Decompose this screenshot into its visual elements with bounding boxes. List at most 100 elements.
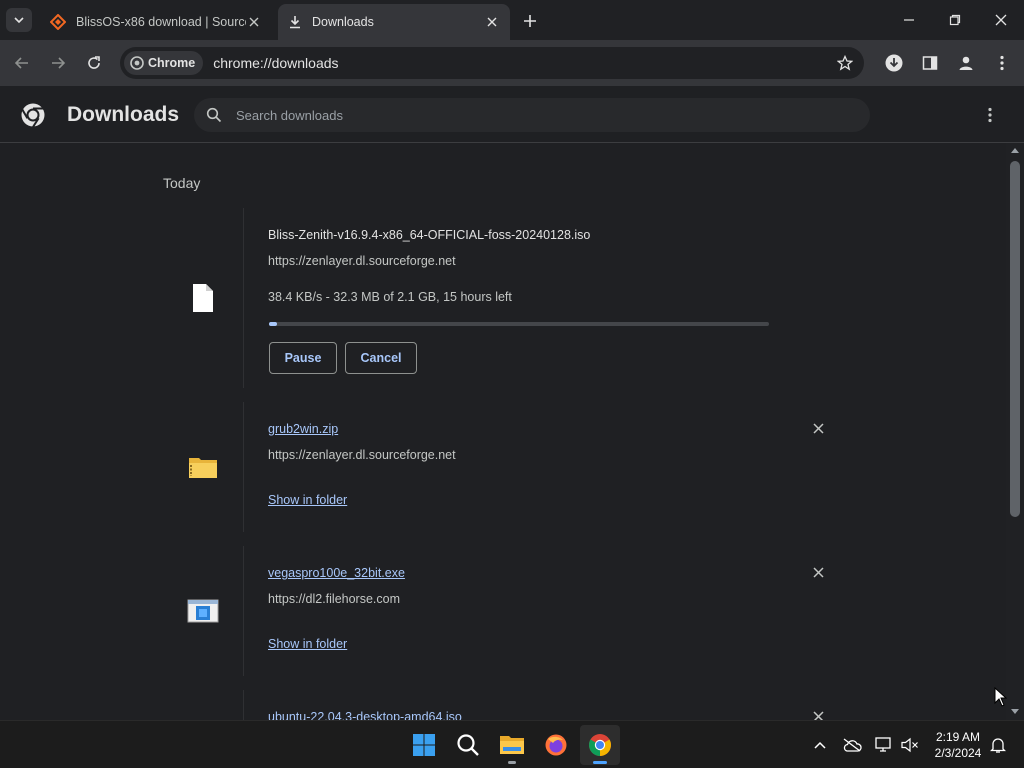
downloads-menu-button[interactable] xyxy=(980,104,1000,126)
tab-strip: BlissOS-x86 download | SourceForge.net D… xyxy=(0,0,1024,40)
firefox-icon xyxy=(545,734,567,756)
system-clock[interactable]: 2:19 AM 2/3/2024 xyxy=(922,729,994,761)
side-panel-icon xyxy=(922,56,938,70)
download-status: 38.4 KB/s - 32.3 MB of 2.1 GB, 15 hours … xyxy=(268,290,512,304)
close-icon xyxy=(812,710,824,720)
volume-tray-button[interactable] xyxy=(898,733,922,757)
minimize-icon xyxy=(904,19,914,21)
arrow-left-icon xyxy=(14,57,28,69)
reload-icon xyxy=(88,56,100,69)
address-bar[interactable]: Chrome chrome://downloads xyxy=(120,47,864,79)
tab-downloads[interactable]: Downloads xyxy=(278,4,510,40)
exe-icon xyxy=(187,599,219,623)
arrow-right-icon xyxy=(52,57,66,69)
clock-time: 2:19 AM xyxy=(935,730,981,744)
file-icon-column xyxy=(163,690,244,720)
scrollbar-thumb[interactable] xyxy=(1010,161,1020,517)
cancel-button[interactable]: Cancel xyxy=(345,342,417,374)
show-in-folder-link[interactable]: Show in folder xyxy=(268,493,347,507)
side-panel-button[interactable] xyxy=(916,50,944,76)
file-name-link[interactable]: ubuntu-22.04.3-desktop-amd64.iso xyxy=(268,710,462,720)
remove-item-button[interactable] xyxy=(808,418,828,438)
download-item: grub2win.zip https://zenlayer.dl.sourcef… xyxy=(163,402,839,532)
chrome-logo-icon xyxy=(20,102,46,133)
person-icon xyxy=(959,56,973,70)
tab-close-icon[interactable] xyxy=(484,14,500,30)
taskbar-search-button[interactable] xyxy=(448,725,488,765)
show-hidden-icons-button[interactable] xyxy=(808,733,832,757)
download-item: Bliss-Zenith-v16.9.4-x86_64-OFFICIAL-fos… xyxy=(163,208,839,388)
more-vert-icon xyxy=(988,107,992,123)
notifications-button[interactable] xyxy=(986,733,1010,757)
close-window-button[interactable] xyxy=(978,0,1024,40)
mouse-cursor-icon xyxy=(994,687,1007,707)
back-button[interactable] xyxy=(9,50,35,76)
plus-icon xyxy=(524,15,536,27)
search-icon xyxy=(206,107,222,123)
file-name-link[interactable]: vegaspro100e_32bit.exe xyxy=(268,566,405,580)
windows-taskbar: 2:19 AM 2/3/2024 xyxy=(0,720,1024,768)
forward-button[interactable] xyxy=(45,50,71,76)
progress-fill xyxy=(269,322,277,326)
tab-search-button[interactable] xyxy=(6,8,32,32)
page-title: Downloads xyxy=(67,103,180,126)
new-tab-button[interactable] xyxy=(518,10,542,32)
file-explorer-app[interactable] xyxy=(492,725,532,765)
restore-icon xyxy=(949,14,961,26)
progress-bar xyxy=(269,322,769,326)
chrome-logo-icon xyxy=(130,56,144,70)
file-icon-column xyxy=(163,208,244,388)
download-icon xyxy=(290,16,300,29)
downloads-list: Today Bliss-Zenith-v16.9.4-x86_64-OFFICI… xyxy=(0,143,1006,720)
profile-button[interactable] xyxy=(952,50,980,76)
chrome-menu-button[interactable] xyxy=(988,50,1016,76)
chevron-down-icon xyxy=(14,17,24,24)
chrome-icon xyxy=(589,734,611,756)
file-icon-column xyxy=(163,546,244,676)
site-chip-label: Chrome xyxy=(148,56,196,70)
tab-title: BlissOS-x86 download | SourceForge.net xyxy=(76,15,246,29)
tab-sourceforge[interactable]: BlissOS-x86 download | SourceForge.net xyxy=(40,4,272,40)
network-icon xyxy=(875,737,891,752)
download-item: vegaspro100e_32bit.exe https://dl2.fileh… xyxy=(163,546,839,676)
file-name: Bliss-Zenith-v16.9.4-x86_64-OFFICIAL-fos… xyxy=(268,228,591,242)
close-icon xyxy=(812,422,824,434)
running-indicator xyxy=(508,761,516,764)
url-text[interactable]: chrome://downloads xyxy=(213,55,830,71)
tab-close-icon[interactable] xyxy=(246,14,262,30)
search-downloads[interactable] xyxy=(194,98,870,132)
scroll-down-icon[interactable] xyxy=(1011,709,1019,715)
scrollbar[interactable] xyxy=(1006,143,1024,720)
volume-muted-icon xyxy=(901,737,918,753)
sourceforge-icon xyxy=(50,14,66,30)
onedrive-tray-button[interactable] xyxy=(840,733,864,757)
date-section-label: Today xyxy=(163,175,201,191)
firefox-app[interactable] xyxy=(536,725,576,765)
pause-button[interactable]: Pause xyxy=(269,342,337,374)
star-icon xyxy=(837,55,853,71)
search-icon xyxy=(457,734,479,756)
downloads-toolbar-button[interactable] xyxy=(880,50,908,76)
reload-button[interactable] xyxy=(81,50,107,76)
download-item: ubuntu-22.04.3-desktop-amd64.iso xyxy=(163,690,839,720)
minimize-button[interactable] xyxy=(886,0,932,40)
file-source-url: https://zenlayer.dl.sourceforge.net xyxy=(268,254,456,268)
scroll-up-icon[interactable] xyxy=(1011,147,1019,153)
bookmark-button[interactable] xyxy=(830,48,860,78)
close-icon xyxy=(812,566,824,578)
start-button[interactable] xyxy=(404,725,444,765)
remove-item-button[interactable] xyxy=(808,562,828,582)
file-name-link[interactable]: grub2win.zip xyxy=(268,422,338,436)
show-in-folder-link[interactable]: Show in folder xyxy=(268,637,347,651)
restore-button[interactable] xyxy=(932,0,978,40)
file-icon-column xyxy=(163,402,244,532)
remove-item-button[interactable] xyxy=(808,706,828,720)
running-indicator xyxy=(593,761,607,764)
network-tray-button[interactable] xyxy=(872,733,896,757)
windows-logo-icon xyxy=(413,734,435,756)
chrome-app[interactable] xyxy=(580,725,620,765)
close-icon xyxy=(995,14,1007,26)
bell-icon xyxy=(990,738,1006,753)
site-info-chip[interactable]: Chrome xyxy=(124,51,204,75)
search-input[interactable] xyxy=(236,107,836,123)
